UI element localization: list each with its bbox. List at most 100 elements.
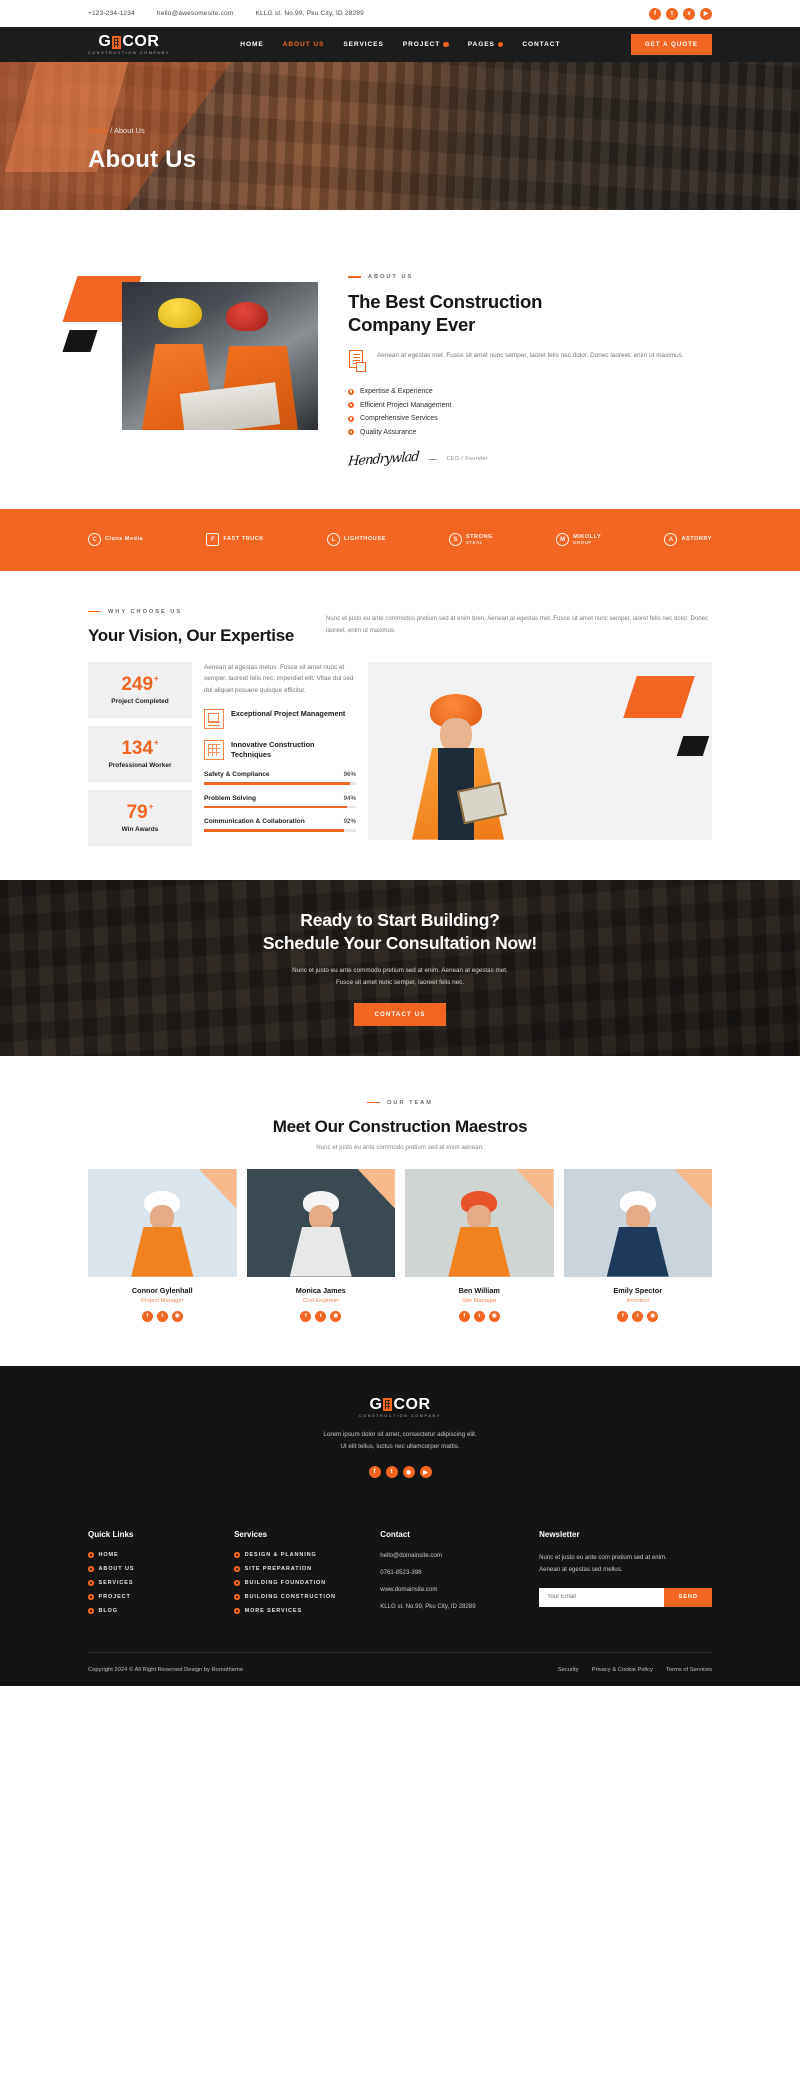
nav-item-services[interactable]: SERVICES xyxy=(343,41,383,48)
footer-link-site-preparation[interactable]: SITE PREPARATION xyxy=(234,1566,362,1572)
footer-link-label: PROJECT xyxy=(98,1594,131,1601)
footer-link-terms-of-services[interactable]: Terms of Services xyxy=(666,1667,712,1673)
get-a-quote-button[interactable]: GET A QUOTE xyxy=(630,34,712,55)
footer-column-newsletter: Newsletter Nunc et justo eu ante com pre… xyxy=(539,1530,713,1622)
footer-link-label: BUILDING FOUNDATION xyxy=(244,1580,327,1587)
breadcrumb-home-link[interactable]: Home xyxy=(88,126,108,135)
why-content-grid: 249 + Project Completed 134 + Professional… xyxy=(88,661,712,846)
about-description-row: Aenean at egestas met. Fusce sit amet nu… xyxy=(348,350,712,374)
feature-label: Expertise & Experience xyxy=(360,388,433,396)
blueprint-icon xyxy=(204,740,224,761)
facebook-icon[interactable]: f xyxy=(368,1466,381,1479)
instagram-icon[interactable]: ◉ xyxy=(647,1310,659,1322)
nav-item-project[interactable]: PROJECT xyxy=(403,41,449,48)
bullet-dot-icon xyxy=(348,415,354,422)
newsletter-email-input[interactable] xyxy=(539,1587,665,1607)
footer-link-project[interactable]: PROJECT xyxy=(88,1594,216,1600)
team-member-card[interactable]: Connor Gylenhall Project Manager f t ◉ xyxy=(88,1168,237,1322)
logo-text-start: G xyxy=(98,33,112,50)
twitter-icon[interactable]: t xyxy=(385,1466,398,1479)
cta-heading-line1: Ready to Start Building? xyxy=(300,910,500,931)
newsletter-text-line1: Nunc et justo eu ante com pretium sed at… xyxy=(539,1554,667,1562)
feature-label: Quality Assurance xyxy=(360,428,417,436)
nav-item-home[interactable]: HOME xyxy=(240,41,263,48)
instagram-icon[interactable]: ◉ xyxy=(402,1466,415,1479)
cta-paragraph-line2: Fusce sit amet nunc semper, laoreet feli… xyxy=(335,979,465,987)
clans-media-mark-icon: C xyxy=(88,533,101,547)
footer-link-label: SERVICES xyxy=(98,1580,134,1587)
skill-label: Safety & Compliance xyxy=(204,771,270,779)
footer-column-title: Services xyxy=(234,1530,268,1540)
nav-links: HOME ABOUT US SERVICES PROJECT PAGES CON… xyxy=(240,41,560,48)
youtube-icon[interactable]: ▶ xyxy=(700,7,712,20)
footer-contact-email[interactable]: hello@domainsite.com xyxy=(380,1552,521,1559)
client-name: STRONG STEAL xyxy=(465,533,493,546)
list-item: Expertise & Experience xyxy=(348,388,712,395)
astorry-mark-icon: A xyxy=(664,533,678,547)
footer-column-title: Newsletter xyxy=(539,1530,580,1540)
skill-label: Communication & Collaboration xyxy=(204,818,305,826)
instagram-icon[interactable]: ◉ xyxy=(330,1310,342,1322)
twitter-icon[interactable]: t xyxy=(666,7,678,20)
copyright-text: Copyright 2024 © All Right Reserved Desi… xyxy=(88,1666,244,1673)
footer-link-building-construction[interactable]: BUILDING CONSTRUCTION xyxy=(234,1594,362,1600)
facebook-icon[interactable]: f xyxy=(141,1310,153,1322)
twitter-icon[interactable]: t xyxy=(632,1310,644,1322)
facebook-icon[interactable]: f xyxy=(458,1310,470,1322)
nav-item-about-us[interactable]: ABOUT US xyxy=(283,41,325,48)
nav-item-contact[interactable]: CONTACT xyxy=(522,41,560,48)
newsletter-send-button[interactable]: SEND xyxy=(664,1587,713,1607)
decorative-orange-parallelogram xyxy=(623,675,695,718)
facebook-icon[interactable]: f xyxy=(300,1310,312,1322)
client-logo-lighthouse: L LIGHTHOUSE xyxy=(327,533,386,547)
team-member-card[interactable]: Emily Spector Architect f t ◉ xyxy=(563,1168,712,1322)
footer-link-blog[interactable]: BLOG xyxy=(88,1608,216,1614)
twitter-icon[interactable]: t xyxy=(473,1310,485,1322)
footer-contact-website[interactable]: www.domainsite.com xyxy=(380,1586,521,1593)
nav-item-pages[interactable]: PAGES xyxy=(468,41,504,48)
twitter-icon[interactable]: t xyxy=(315,1310,327,1322)
about-text-block: ABOUT US The Best Construction Company E… xyxy=(348,268,712,469)
footer-link-about-us[interactable]: ABOUT US xyxy=(88,1566,216,1572)
footer-link-design-planning[interactable]: DESIGN & PLANNING xyxy=(234,1552,362,1558)
ceo-role: CEO / Founder xyxy=(446,456,489,463)
footer-link-security[interactable]: Security xyxy=(558,1667,579,1673)
instagram-icon[interactable]: ◉ xyxy=(171,1310,183,1322)
stats-column: 249 + Project Completed 134 + Professional… xyxy=(88,661,192,846)
footer-link-services[interactable]: SERVICES xyxy=(88,1580,216,1586)
footer-logo[interactable]: G COR CONSTRUCTION COMPANY xyxy=(359,1396,441,1418)
logo-subtitle: CONSTRUCTION COMPANY xyxy=(88,51,170,55)
x-icon[interactable]: x xyxy=(683,7,695,20)
about-photo xyxy=(122,282,318,430)
page-root: +123-234-1234 hello@awesomesite.com KLLG… xyxy=(0,0,800,1687)
progress-track xyxy=(204,782,356,785)
team-member-card[interactable]: Ben William Site Manager f t ◉ xyxy=(405,1168,554,1322)
why-header-row: WHY CHOOSE US Your Vision, Our Expertise… xyxy=(88,609,712,646)
twitter-icon[interactable]: t xyxy=(156,1310,168,1322)
email-address[interactable]: hello@awesomesite.com xyxy=(157,10,234,17)
team-grid: Connor Gylenhall Project Manager f t ◉ M… xyxy=(88,1168,712,1322)
footer-link-building-foundation[interactable]: BUILDING FOUNDATION xyxy=(234,1580,362,1586)
facebook-icon[interactable]: f xyxy=(617,1310,629,1322)
youtube-icon[interactable]: ▶ xyxy=(419,1466,432,1479)
why-feature-project-management: Exceptional Project Management xyxy=(204,709,356,730)
about-image-group xyxy=(62,268,320,433)
facebook-icon[interactable]: f xyxy=(649,7,661,20)
why-eyebrow-label: WHY CHOOSE US xyxy=(108,608,183,615)
footer-link-more-services[interactable]: MORE SERVICES xyxy=(234,1608,362,1614)
why-feature-title: Exceptional Project Management xyxy=(231,709,346,719)
footer-contact-phone[interactable]: 0761-8523-398 xyxy=(380,1569,521,1576)
eyebrow-dash-icon xyxy=(348,276,361,278)
top-bar-social-links: f t x ▶ xyxy=(649,7,712,20)
contact-us-button[interactable]: CONTACT US xyxy=(354,1003,446,1027)
footer-legal-links: Security Privacy & Cookie Policy Terms o… xyxy=(558,1667,712,1673)
stat-label: Win Awards xyxy=(121,825,159,833)
site-logo[interactable]: G COR CONSTRUCTION COMPANY xyxy=(88,33,170,56)
team-member-card[interactable]: Monica James Civil Engineer f t ◉ xyxy=(246,1168,395,1322)
footer-link-home[interactable]: HOME xyxy=(88,1552,216,1558)
footer-link-privacy-cookie-policy[interactable]: Privacy & Cookie Policy xyxy=(592,1667,653,1673)
stat-value: 79 + xyxy=(126,801,154,823)
instagram-icon[interactable]: ◉ xyxy=(488,1310,500,1322)
footer-tagline-line2: Ut elit tellus, luctus nec ullamcorper m… xyxy=(340,1442,460,1450)
phone-number[interactable]: +123-234-1234 xyxy=(88,10,135,17)
